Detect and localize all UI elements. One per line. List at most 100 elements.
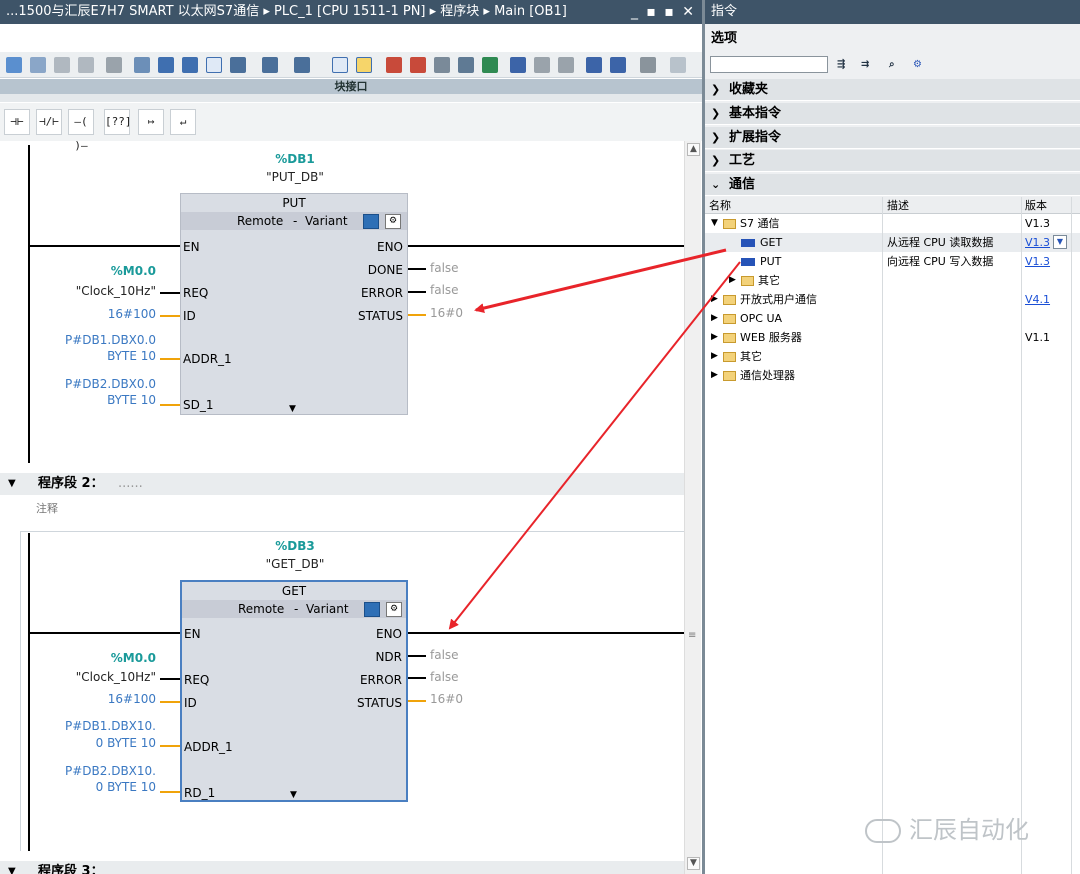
scroll-grip-icon[interactable]: ≡	[688, 631, 698, 641]
expand-right-icon[interactable]: ▶	[711, 309, 718, 328]
network-3-header[interactable]: ▼ 程序段 3：	[0, 861, 684, 874]
get-block[interactable]: GET Remote - Variant ⚙ EN REQ ID ADDR_1 …	[180, 580, 408, 802]
pin-error: ERROR	[359, 673, 402, 687]
tree-description: 向远程 CPU 写入数据	[887, 255, 994, 268]
scroll-up-icon[interactable]: ▲	[687, 143, 700, 156]
diagnostics-icon[interactable]: ⚙	[386, 602, 402, 617]
toolbar-overflow-icon[interactable]	[670, 57, 686, 73]
next-error-icon[interactable]	[610, 57, 626, 73]
tree-row-opc-ua[interactable]: ▶ OPC UA	[705, 309, 1080, 328]
tree-row-s7-communication[interactable]: ▼ S7 通信 V1.3	[705, 214, 1080, 233]
tree-row-other[interactable]: ▶ 其它	[705, 347, 1080, 366]
expand-pins-icon[interactable]: ▼	[289, 404, 296, 414]
empty-box-button[interactable]: [??]	[104, 109, 132, 135]
open-all-networks-icon[interactable]	[134, 57, 150, 73]
favorites-icon[interactable]	[182, 57, 198, 73]
column-description[interactable]: 描述	[887, 197, 909, 214]
instruction-search-input[interactable]	[710, 56, 828, 73]
tree-row-open-user-comm[interactable]: ▶ 开放式用户通信 V4.1	[705, 290, 1080, 309]
pin-en: EN	[184, 627, 201, 641]
put-block[interactable]: PUT Remote - Variant ⚙ EN REQ ID ADDR_1 …	[180, 193, 408, 415]
connection-config-icon[interactable]	[363, 214, 379, 229]
tag-info-icon[interactable]	[262, 57, 278, 73]
put-id-value: 16#100	[107, 307, 156, 321]
diagnostics-icon[interactable]: ⚙	[385, 214, 401, 229]
no-contact-button[interactable]: ⊣⊢	[4, 109, 30, 135]
list-view-icon[interactable]: ⇶	[837, 57, 853, 72]
instruction-block-icon	[741, 239, 755, 247]
expand-right-icon[interactable]: ▶	[711, 366, 718, 385]
previous-error-icon[interactable]	[586, 57, 602, 73]
section-extended-instructions[interactable]: ❯ 扩展指令	[705, 127, 1080, 149]
snapshot-icon[interactable]	[434, 57, 450, 73]
collapse-network-2-icon[interactable]: ▼	[8, 473, 16, 495]
expand-right-icon[interactable]: ▶	[711, 328, 718, 347]
tree-row-comm-processors[interactable]: ▶ 通信处理器	[705, 366, 1080, 385]
load-snapshot-icon[interactable]	[458, 57, 474, 73]
network-2-header[interactable]: ▼ 程序段 2： ......	[0, 473, 684, 495]
highlight-icon[interactable]	[356, 57, 372, 73]
column-version[interactable]: 版本	[1025, 197, 1047, 214]
ndr-value: false	[430, 648, 459, 662]
connection-config-icon[interactable]	[364, 602, 380, 617]
filter-icon[interactable]: ⌕	[889, 57, 905, 72]
outdent-icon[interactable]	[558, 57, 574, 73]
modify-icon[interactable]	[410, 57, 426, 73]
insert-row-icon[interactable]	[54, 57, 70, 73]
window-controls[interactable]: _ ▪ ▪ ✕	[631, 0, 696, 24]
section-basic-instructions[interactable]: ❯ 基本指令	[705, 103, 1080, 125]
id-stub-1	[160, 315, 180, 317]
absolute-operand-icon[interactable]	[106, 57, 122, 73]
open-branch-button[interactable]: ↦	[138, 109, 164, 135]
tree-row-s7-other[interactable]: ▶ 其它	[705, 271, 1080, 290]
expand-down-icon[interactable]: ▼	[711, 214, 718, 233]
section-technology[interactable]: ❯ 工艺	[705, 150, 1080, 172]
tree-version-link[interactable]: V1.3	[1025, 233, 1050, 252]
indent-icon[interactable]	[534, 57, 550, 73]
put-block-name: PUT	[282, 196, 306, 210]
network-2-title-field[interactable]: ......	[118, 473, 143, 495]
go-to-icon[interactable]	[510, 57, 526, 73]
collapse-network-3-icon[interactable]: ▼	[8, 861, 16, 874]
req-stub-2	[160, 678, 180, 680]
tree-row-put[interactable]: PUT 向远程 CPU 写入数据 V1.3	[705, 252, 1080, 271]
monitor-glasses-icon[interactable]	[640, 57, 656, 73]
section-favorites[interactable]: ❯ 收藏夹	[705, 79, 1080, 101]
insert-network-icon[interactable]	[6, 57, 22, 73]
version-dropdown-icon[interactable]: ▼	[1053, 235, 1067, 249]
pin-addr1: ADDR_1	[184, 740, 233, 754]
delete-network-icon[interactable]	[30, 57, 46, 73]
layout-icon[interactable]	[332, 57, 348, 73]
block-interface-bar[interactable]: 块接口	[0, 79, 702, 94]
expand-right-icon[interactable]: ▶	[711, 347, 718, 366]
instruction-block-icon	[741, 258, 755, 266]
coil-button[interactable]: –( )–	[68, 109, 94, 152]
network-2-comment[interactable]: 注释	[36, 500, 58, 516]
monitoring-icon[interactable]	[386, 57, 402, 73]
tree-row-web-server[interactable]: ▶ WEB 服务器 V1.1	[705, 328, 1080, 347]
section-communication[interactable]: ⌄ 通信	[705, 174, 1080, 196]
comments-icon[interactable]	[206, 57, 222, 73]
version-icon[interactable]: ⚙	[913, 57, 929, 72]
wechat-icon	[865, 819, 901, 843]
block-interface-splitter[interactable]	[0, 94, 702, 102]
expand-right-icon[interactable]: ▶	[711, 290, 718, 309]
tree-version-link[interactable]: V4.1	[1025, 290, 1050, 309]
tag-display-icon[interactable]	[294, 57, 310, 73]
scroll-down-icon[interactable]: ▼	[687, 857, 700, 870]
chevron-right-icon: ❯	[711, 83, 721, 96]
tree-row-get[interactable]: GET 从远程 CPU 读取数据 V1.3 ▼	[705, 233, 1080, 252]
editor-vertical-scrollbar[interactable]: ▲ ≡ ▼	[684, 141, 701, 874]
download-icon[interactable]	[482, 57, 498, 73]
expand-pins-icon[interactable]: ▼	[290, 790, 297, 800]
close-branch-button[interactable]: ↵	[170, 109, 196, 135]
nc-contact-button[interactable]: ⊣/⊢	[36, 109, 62, 135]
add-row-icon[interactable]	[78, 57, 94, 73]
close-all-networks-icon[interactable]	[158, 57, 174, 73]
column-name[interactable]: 名称	[709, 197, 731, 214]
pin-eno: ENO	[375, 627, 402, 641]
expand-right-icon[interactable]: ▶	[729, 271, 736, 290]
operand-display-icon[interactable]	[230, 57, 246, 73]
tree-version-link[interactable]: V1.3	[1025, 252, 1050, 271]
tree-view-icon[interactable]: ⇉	[861, 57, 877, 72]
